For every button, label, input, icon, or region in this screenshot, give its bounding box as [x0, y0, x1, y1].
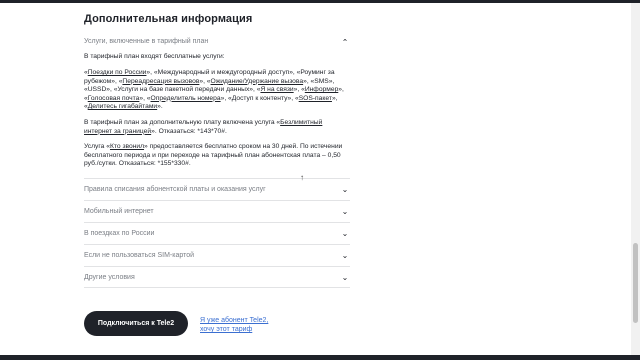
- accordion-item-label: Правила списания абонентской платы и ока…: [84, 186, 266, 193]
- chevron-down-icon[interactable]: ⌄: [340, 185, 350, 194]
- link-informer[interactable]: Информер: [305, 86, 338, 93]
- top-bar: [0, 0, 640, 3]
- scrollbar[interactable]: [631, 3, 640, 355]
- accordion-billing-rules[interactable]: Правила списания абонентской платы и ока…: [84, 178, 350, 200]
- existing-subscriber-link[interactable]: Я уже абонент Tele2, хочу этот тариф: [200, 316, 280, 334]
- unlimited-abroad-text: В тарифный план за дополнительную плату …: [84, 119, 323, 135]
- link-call-waiting[interactable]: Ожидание/Удержание вызова: [211, 78, 304, 85]
- connect-button[interactable]: Подключиться к Tele2: [84, 311, 188, 336]
- chevron-down-icon[interactable]: ⌄: [340, 273, 350, 282]
- chevron-up-icon[interactable]: ⌄: [340, 37, 350, 46]
- chevron-down-icon[interactable]: ⌄: [340, 207, 350, 216]
- services-list-text: «Поездки по России», «Международный и ме…: [84, 69, 344, 110]
- bottom-bar: [0, 355, 640, 360]
- services-intro: В тарифный план входят бесплатные услуги…: [84, 53, 225, 60]
- link-call-forwarding[interactable]: Переадресация вызовов: [122, 78, 199, 85]
- accordion-item-label: В поездках по России: [84, 230, 155, 237]
- link-share-gigabytes[interactable]: Делитесь гигабайтами: [88, 103, 157, 110]
- accordion-title: Услуги, включенные в тарифный план: [84, 37, 209, 45]
- accordion-header-included-services[interactable]: Услуги, включенные в тарифный план ⌄: [84, 34, 350, 48]
- accordion-other-terms[interactable]: Другие условия ⌄: [84, 266, 350, 288]
- chevron-down-icon[interactable]: ⌄: [340, 251, 350, 260]
- accordion-item-label: Мобильный интернет: [84, 208, 154, 215]
- section-title: Дополнительная информация: [84, 13, 253, 25]
- accordion-item-label: Другие условия: [84, 273, 135, 281]
- link-caller-id[interactable]: Определитель номера: [151, 95, 221, 102]
- accordion-item-label: Если не пользоваться SIM-картой: [84, 252, 195, 259]
- link-voicemail[interactable]: Голосовая почта: [88, 95, 140, 102]
- mouse-cursor-icon: ↑: [300, 173, 304, 182]
- accordion-mobile-internet[interactable]: Мобильный интернет ⌄: [84, 200, 350, 222]
- accordion-included-services: Услуги, включенные в тарифный план ⌄ В т…: [84, 34, 350, 168]
- accordion-russia-trips[interactable]: В поездках по России ⌄: [84, 222, 350, 244]
- link-who-called[interactable]: Кто звонил: [110, 143, 144, 150]
- scrollbar-thumb[interactable]: [633, 243, 638, 323]
- link-sos-package[interactable]: SOS-пакет: [299, 95, 332, 102]
- accordion-unused-sim[interactable]: Если не пользоваться SIM-картой ⌄: [84, 244, 350, 266]
- chevron-down-icon[interactable]: ⌄: [340, 229, 350, 238]
- link-ya-na-svyazi[interactable]: Я на связи: [260, 86, 293, 93]
- link-russia-trips[interactable]: Поездки по России: [88, 69, 147, 76]
- who-called-text: Услуга «Кто звонил» предоставляется бесп…: [84, 143, 343, 167]
